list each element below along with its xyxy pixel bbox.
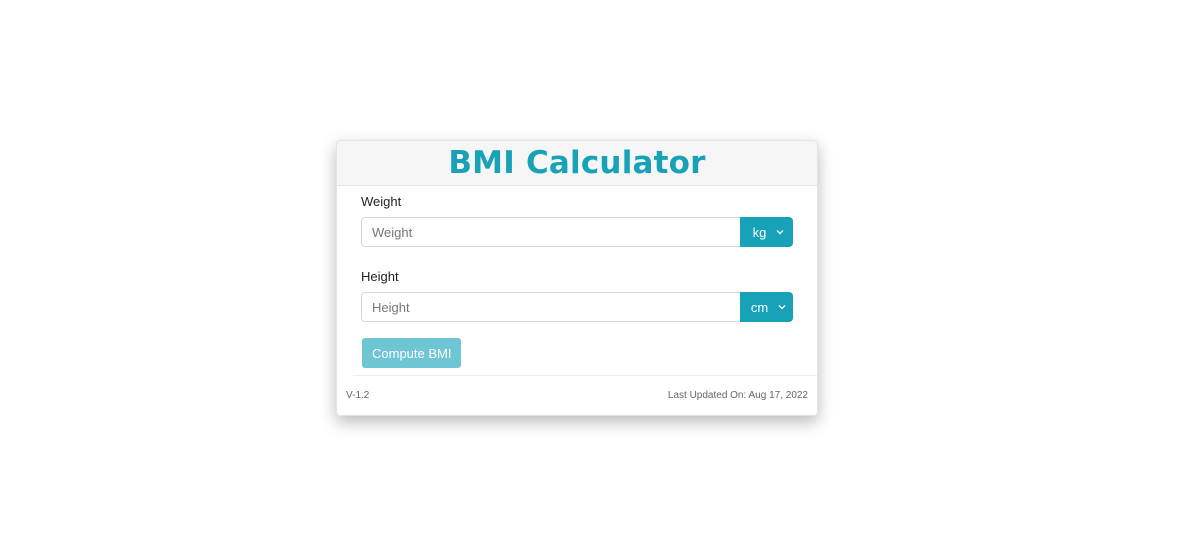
card-body: Weight kg Height cm Compute BMI: [337, 186, 817, 368]
weight-unit-select[interactable]: kg: [740, 217, 793, 247]
weight-unit-value: kg: [752, 224, 767, 240]
height-input[interactable]: [361, 292, 740, 322]
weight-input-group: kg: [361, 217, 793, 247]
compute-bmi-button[interactable]: Compute BMI: [362, 338, 462, 368]
version-text: V-1.2: [346, 390, 370, 401]
card-header: BMI Calculator: [337, 141, 817, 186]
card-footer: V-1.2 Last Updated On: Aug 17, 2022: [346, 390, 808, 401]
height-unit-value: cm: [750, 299, 769, 315]
footer-divider: [353, 375, 817, 376]
chevron-down-icon: [778, 303, 786, 312]
height-label: Height: [361, 269, 399, 284]
last-updated-text: Last Updated On: Aug 17, 2022: [667, 390, 808, 401]
chevron-down-icon: [776, 228, 784, 237]
height-unit-select[interactable]: cm: [740, 292, 793, 322]
height-input-group: cm: [361, 292, 793, 322]
weight-label: Weight: [361, 194, 402, 209]
weight-input[interactable]: [361, 217, 740, 247]
page-title: BMI Calculator: [448, 144, 706, 181]
bmi-card: BMI Calculator Weight kg Height cm Compu…: [336, 140, 818, 416]
